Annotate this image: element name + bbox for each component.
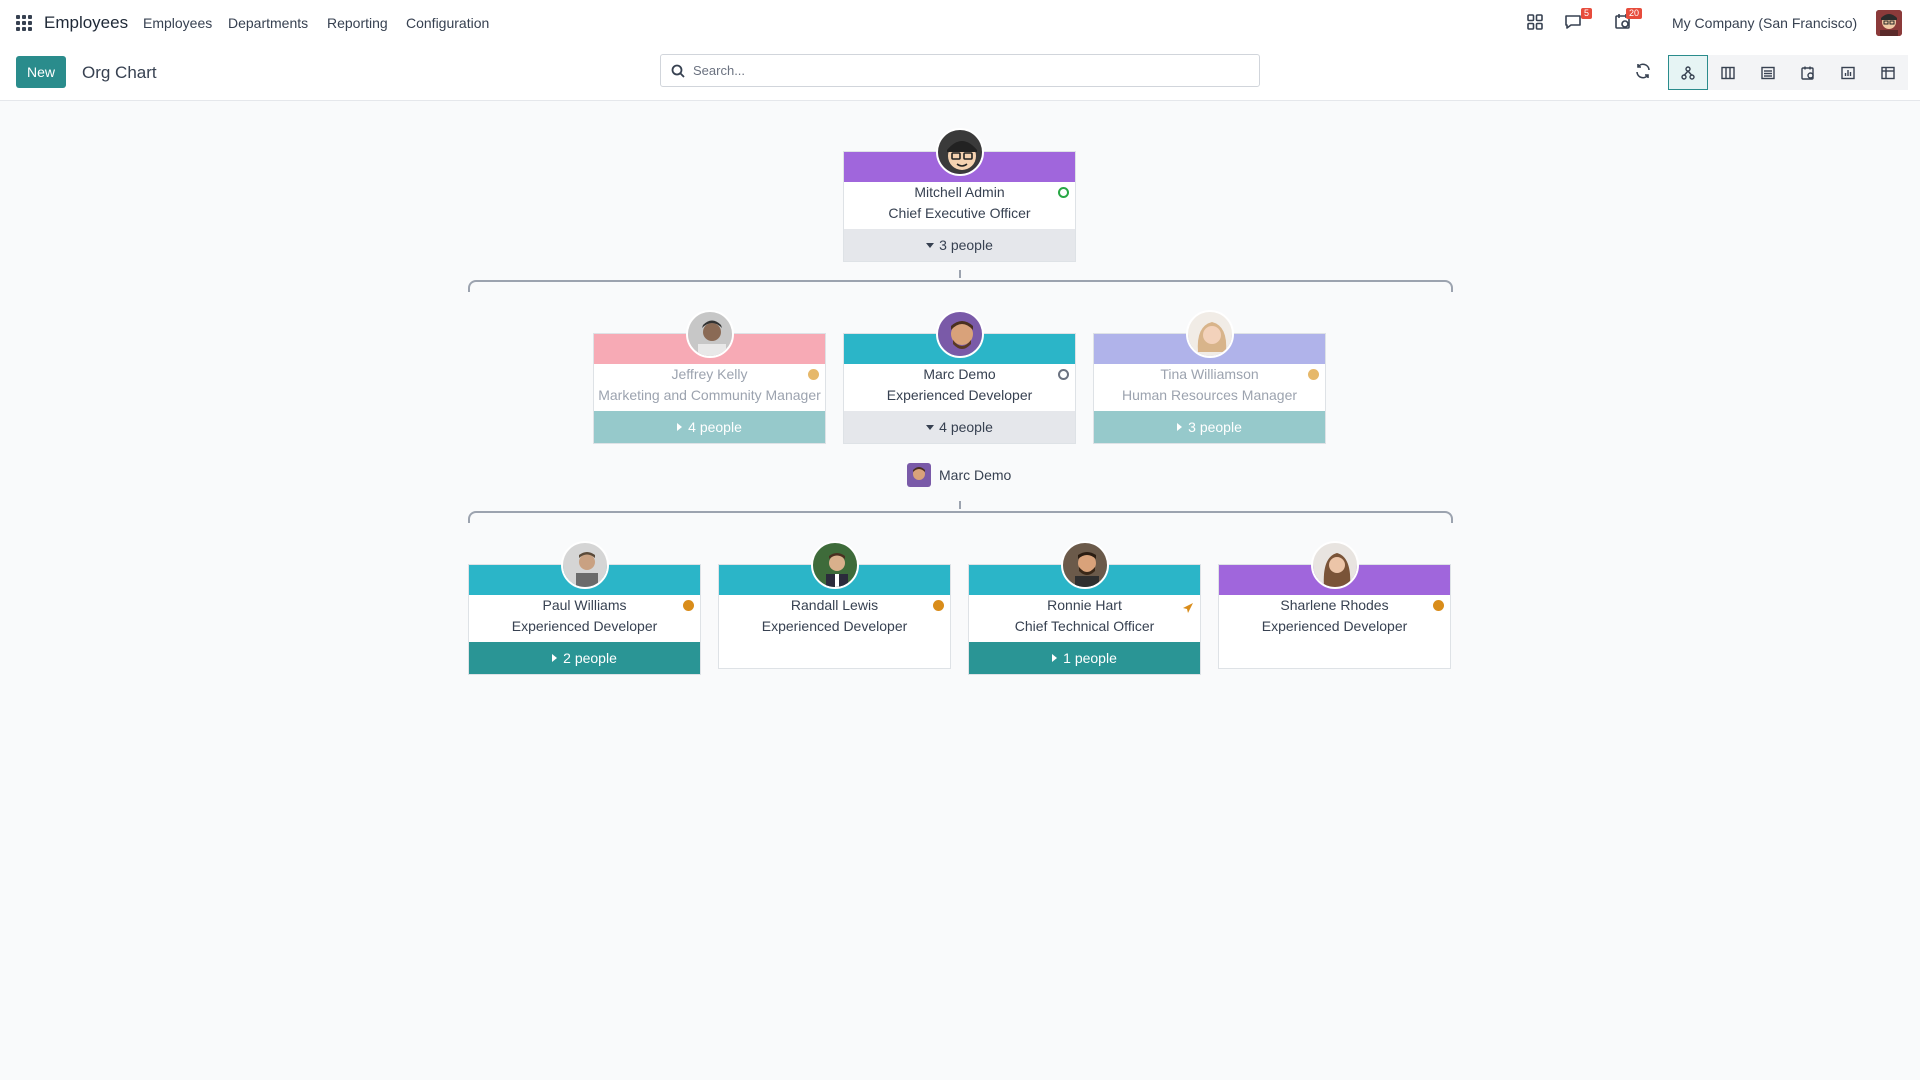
caret-right-icon: [552, 654, 558, 662]
company-switcher[interactable]: My Company (San Francisco): [1672, 15, 1857, 31]
employee-job: Experienced Developer: [761, 618, 908, 634]
employee-job: Experienced Developer: [511, 618, 658, 634]
connector: [959, 270, 961, 278]
user-avatar[interactable]: [1876, 10, 1902, 36]
employee-job: Chief Executive Officer: [888, 205, 1031, 221]
status-away-icon: [683, 600, 694, 611]
activities-icon[interactable]: 20: [1614, 8, 1642, 33]
status-online-icon: [1058, 187, 1069, 198]
new-button[interactable]: New: [16, 56, 67, 88]
airplane-icon: [1182, 599, 1194, 613]
connector: [468, 280, 1453, 292]
employee-name[interactable]: Paul Williams: [542, 597, 626, 613]
employee-avatar[interactable]: [811, 541, 859, 589]
refresh-icon[interactable]: [1634, 62, 1652, 80]
menu-employees[interactable]: Employees: [143, 15, 212, 31]
menu-reporting[interactable]: Reporting: [327, 15, 388, 31]
messages-icon[interactable]: 5: [1564, 8, 1592, 33]
org-card[interactable]: Sharlene Rhodes Experienced Developer: [1218, 541, 1451, 669]
caret-right-icon: [677, 423, 683, 431]
org-chart-view-icon[interactable]: [1668, 55, 1708, 90]
breadcrumb: Org Chart: [82, 63, 157, 82]
org-card[interactable]: Paul Williams Experienced Developer 2 pe…: [468, 541, 701, 675]
employee-name[interactable]: Marc Demo: [923, 366, 995, 382]
employee-avatar[interactable]: [1061, 541, 1109, 589]
apps-menu-icon[interactable]: [16, 15, 32, 31]
activities-badge: 20: [1625, 8, 1642, 19]
top-navbar: Employees Employees Departments Reportin…: [0, 0, 1920, 46]
status-away-icon: [1308, 369, 1319, 380]
org-card[interactable]: Tina Williamson Human Resources Manager …: [1093, 310, 1326, 444]
messages-badge: 5: [1580, 8, 1592, 19]
employee-job: Experienced Developer: [1261, 618, 1408, 634]
grid-apps-icon[interactable]: [1526, 13, 1546, 33]
employee-name[interactable]: Randall Lewis: [791, 597, 878, 613]
caret-down-icon: [926, 243, 935, 248]
pivot-view-icon[interactable]: [1868, 55, 1908, 90]
employee-name[interactable]: Ronnie Hart: [1047, 597, 1122, 613]
org-card[interactable]: Marc Demo Experienced Developer 4 people: [843, 310, 1076, 444]
team-toggle-button[interactable]: 4 people: [844, 411, 1075, 443]
employee-avatar[interactable]: [1311, 541, 1359, 589]
connector: [959, 501, 961, 509]
team-toggle-button[interactable]: 1 people: [969, 642, 1200, 674]
manager-avatar: [907, 463, 931, 487]
kanban-view-icon[interactable]: [1708, 55, 1748, 90]
employee-name[interactable]: Mitchell Admin: [914, 184, 1004, 200]
caret-down-icon: [926, 425, 935, 430]
employee-name[interactable]: Sharlene Rhodes: [1280, 597, 1388, 613]
team-manager-label[interactable]: Marc Demo: [907, 463, 1011, 487]
caret-right-icon: [1177, 423, 1183, 431]
team-toggle-button[interactable]: 3 people: [844, 229, 1075, 261]
status-away-icon: [933, 600, 944, 611]
menu-departments[interactable]: Departments: [228, 15, 308, 31]
menu-configuration[interactable]: Configuration: [406, 15, 489, 31]
employee-name[interactable]: Tina Williamson: [1160, 366, 1258, 382]
employee-job: Marketing and Community Manager: [598, 387, 821, 403]
control-panel: New Org Chart: [0, 46, 1920, 101]
employee-avatar[interactable]: [1186, 310, 1234, 358]
connector: [468, 511, 1453, 523]
manager-name: Marc Demo: [939, 467, 1012, 483]
employee-avatar[interactable]: [936, 310, 984, 358]
search-icon: [671, 64, 685, 78]
status-offline-icon: [1058, 369, 1069, 380]
search-input[interactable]: [693, 55, 1253, 86]
employee-avatar[interactable]: [686, 310, 734, 358]
employee-job: Experienced Developer: [886, 387, 1033, 403]
org-card[interactable]: Jeffrey Kelly Marketing and Community Ma…: [593, 310, 826, 444]
activity-view-icon[interactable]: [1788, 55, 1828, 90]
employee-name[interactable]: Jeffrey Kelly: [672, 366, 748, 382]
view-switcher: [1668, 55, 1908, 90]
search-bar[interactable]: [660, 54, 1260, 87]
app-name[interactable]: Employees: [44, 13, 128, 33]
org-card[interactable]: Randall Lewis Experienced Developer: [718, 541, 951, 669]
employee-job: Human Resources Manager: [1121, 387, 1298, 403]
status-away-icon: [1433, 600, 1444, 611]
caret-right-icon: [1052, 654, 1058, 662]
employee-avatar[interactable]: [561, 541, 609, 589]
team-toggle-button[interactable]: 4 people: [594, 411, 825, 443]
team-toggle-button[interactable]: 2 people: [469, 642, 700, 674]
employee-job: Chief Technical Officer: [1014, 618, 1155, 634]
list-view-icon[interactable]: [1748, 55, 1788, 90]
org-card[interactable]: Ronnie Hart Chief Technical Officer 1 pe…: [968, 541, 1201, 675]
employee-avatar[interactable]: [936, 128, 984, 176]
status-away-icon: [808, 369, 819, 380]
org-card-root[interactable]: Mitchell Admin Chief Executive Officer 3…: [843, 128, 1076, 262]
team-toggle-button[interactable]: 3 people: [1094, 411, 1325, 443]
graph-view-icon[interactable]: [1828, 55, 1868, 90]
